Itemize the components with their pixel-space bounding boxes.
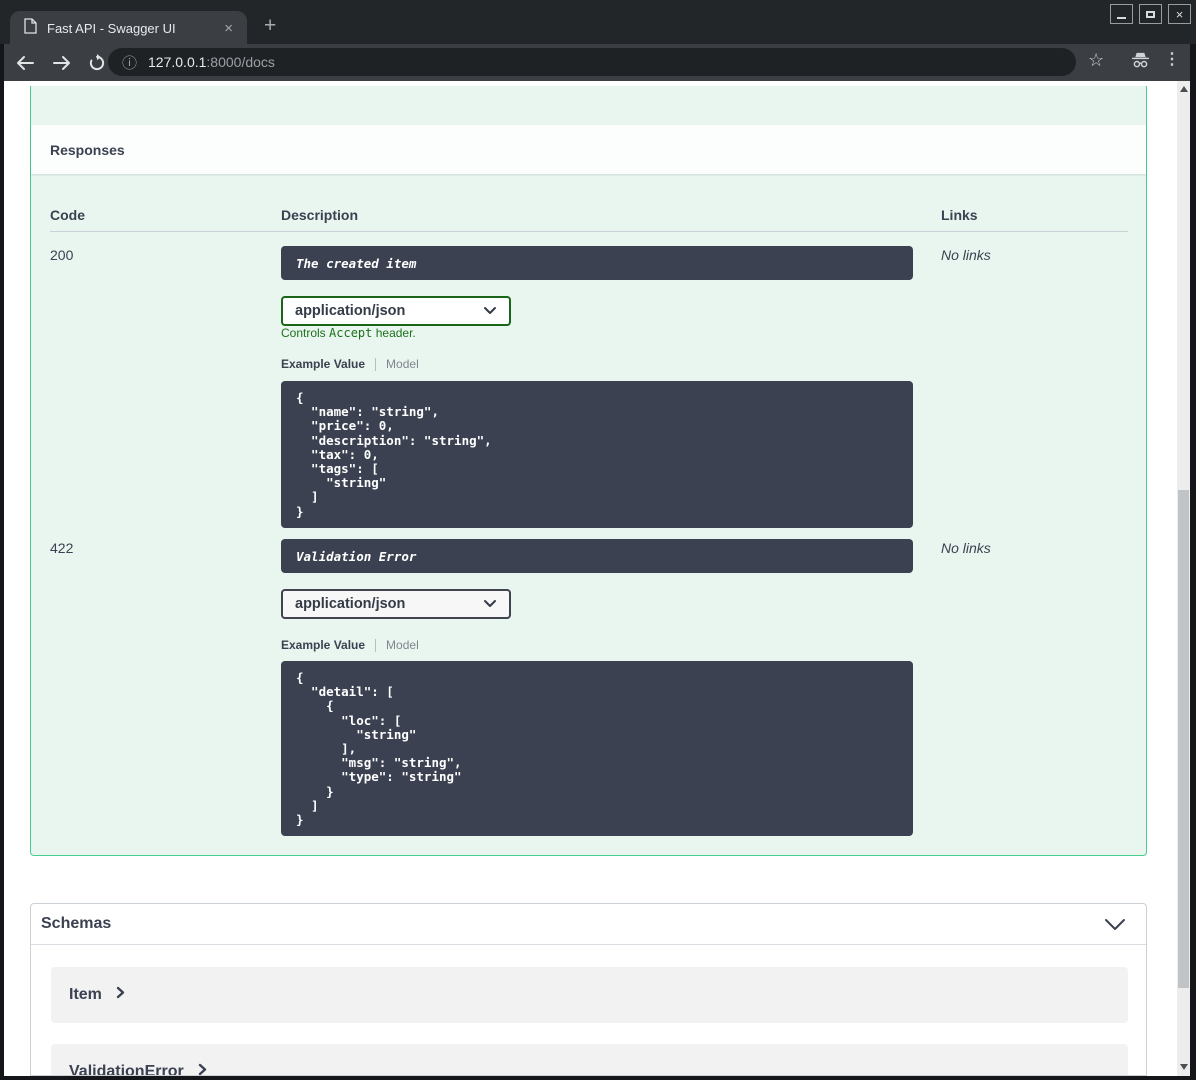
example-code-block: { "detail": [ { "loc": [ "string" ], "ms… bbox=[281, 661, 913, 836]
response-links: No links bbox=[941, 247, 991, 263]
browser-tab[interactable]: Fast API - Swagger UI × bbox=[10, 11, 247, 45]
close-button[interactable]: × bbox=[1168, 4, 1191, 24]
chevron-down-icon bbox=[483, 595, 497, 613]
tab-example-value[interactable]: Example Value bbox=[281, 638, 365, 652]
example-model-tabs: Example Value Model bbox=[281, 638, 419, 652]
schemas-header[interactable]: Schemas bbox=[31, 904, 1146, 945]
window-border-right bbox=[1190, 44, 1196, 1080]
address-bar[interactable]: ⓘ 127.0.0.1:8000/docs bbox=[108, 48, 1076, 76]
browser-menu-icon[interactable]: ⋮ bbox=[1164, 49, 1180, 69]
chevron-down-icon bbox=[483, 302, 497, 320]
back-icon[interactable] bbox=[12, 50, 38, 76]
incognito-icon bbox=[1130, 52, 1151, 74]
collapse-chevron-icon[interactable] bbox=[1104, 918, 1126, 937]
nav-buttons bbox=[12, 44, 110, 81]
window-titlebar: Fast API - Swagger UI × + × bbox=[0, 0, 1196, 45]
minimize-button[interactable] bbox=[1110, 4, 1133, 24]
media-type-select[interactable]: application/json bbox=[281, 296, 511, 326]
url-path: :8000/docs bbox=[206, 54, 275, 70]
column-header-links: Links bbox=[941, 207, 978, 223]
response-description: The created item bbox=[281, 246, 913, 280]
accept-header-note: Controls Accept header. bbox=[281, 326, 416, 340]
column-header-code: Code bbox=[50, 207, 85, 223]
response-code: 200 bbox=[50, 247, 74, 263]
site-info-icon[interactable]: ⓘ bbox=[122, 52, 137, 73]
example-model-tabs: Example Value Model bbox=[281, 357, 419, 371]
column-header-description: Description bbox=[281, 207, 359, 223]
forward-icon[interactable] bbox=[48, 50, 74, 76]
responses-title: Responses bbox=[50, 141, 125, 158]
window-border-left bbox=[0, 44, 4, 1080]
response-links: No links bbox=[941, 540, 991, 556]
schemas-section: Schemas Item ValidationError bbox=[30, 903, 1147, 1076]
tab-model[interactable]: Model bbox=[386, 638, 419, 652]
document-icon bbox=[24, 17, 37, 39]
tab-divider bbox=[375, 357, 377, 371]
bookmark-star-icon[interactable]: ☆ bbox=[1088, 51, 1104, 69]
schema-model-item[interactable]: Item bbox=[51, 967, 1128, 1023]
scrollbar-thumb[interactable] bbox=[1178, 490, 1189, 988]
response-code: 422 bbox=[50, 540, 74, 556]
table-header-divider bbox=[50, 231, 1128, 232]
scroll-down-icon[interactable] bbox=[1180, 1064, 1188, 1070]
tab-close-icon[interactable]: × bbox=[220, 19, 237, 38]
reload-icon[interactable] bbox=[84, 50, 110, 76]
media-type-select[interactable]: application/json bbox=[281, 589, 511, 619]
schema-model-validationerror[interactable]: ValidationError bbox=[51, 1044, 1128, 1075]
scroll-up-icon[interactable] bbox=[1180, 86, 1188, 92]
tab-example-value[interactable]: Example Value bbox=[281, 357, 365, 371]
window-border-bottom bbox=[0, 1076, 1196, 1080]
tab-title: Fast API - Swagger UI bbox=[47, 20, 176, 36]
window-controls: × bbox=[1110, 4, 1191, 24]
schemas-title: Schemas bbox=[41, 915, 112, 932]
maximize-button[interactable] bbox=[1139, 4, 1162, 24]
tab-divider bbox=[375, 638, 377, 652]
responses-section-header: Responses bbox=[31, 125, 1146, 174]
example-code-block: { "name": "string", "price": 0, "descrip… bbox=[281, 381, 913, 528]
expand-chevron-icon bbox=[198, 1063, 207, 1075]
new-tab-button[interactable]: + bbox=[258, 12, 282, 40]
tab-model[interactable]: Model bbox=[386, 357, 419, 371]
response-description: Validation Error bbox=[281, 539, 913, 573]
url-host: 127.0.0.1 bbox=[148, 54, 207, 70]
expand-chevron-icon bbox=[116, 986, 125, 1004]
